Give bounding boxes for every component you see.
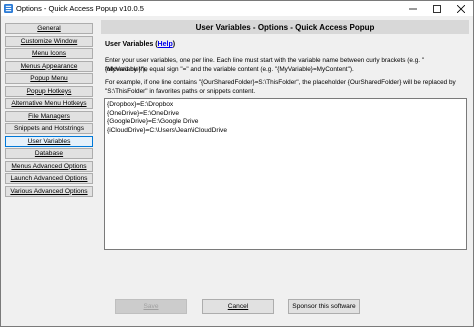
sidebar-item-general[interactable]: General <box>5 23 93 34</box>
sidebar-item-label: Alternative Menu Hotkeys <box>11 100 87 107</box>
sidebar-item-label: User Variables <box>27 137 71 145</box>
variable-line: {OneDrive}=E:\OneDrive <box>107 109 180 117</box>
sidebar-item-menus-advanced-options[interactable]: Menus Advanced Options <box>5 160 93 172</box>
sidebar-item-label: Launch Advanced Options <box>10 175 88 182</box>
maximize-button[interactable] <box>429 1 445 16</box>
save-label: Save <box>143 303 159 310</box>
description-line: "S:\ThisFolder" in favorites paths or sn… <box>105 87 256 95</box>
sponsor-label: Sponsor this software <box>292 303 356 310</box>
sidebar-item-launch-advanced-options[interactable]: Launch Advanced Options <box>5 173 93 184</box>
sidebar-item-customize-window[interactable]: Customize Window <box>5 35 93 47</box>
variable-line: {GoogleDrive}=E:\Google Drive <box>107 118 199 125</box>
sponsor-button[interactable]: Sponsor this software <box>288 299 360 314</box>
sidebar-item-label: Customize Window <box>20 37 78 45</box>
sidebar-item-label: Menus Advanced Options <box>11 162 87 170</box>
sidebar-item-label: Popup Hotkeys <box>26 87 72 95</box>
minimize-icon <box>409 8 417 9</box>
page-header: User Variables - Options - Quick Access … <box>101 20 469 34</box>
window-title: Options - Quick Access Popup v10.0.5 <box>16 4 144 13</box>
sidebar-item-database[interactable]: Database <box>5 148 93 159</box>
options-sidebar: General Customize Window Menu Icons Menu… <box>5 23 93 198</box>
sidebar-item-menus-appearance[interactable]: Menus Appearance <box>5 60 93 72</box>
sidebar-item-label: Database <box>34 150 64 157</box>
sidebar-item-label: Various Advanced Options <box>10 187 88 195</box>
sidebar-item-label: Popup Menu <box>30 75 68 82</box>
sidebar-item-label: Menu Icons <box>31 50 67 57</box>
sidebar-item-label: Snippets and Hotstrings <box>13 125 84 132</box>
save-button[interactable]: Save <box>115 299 187 314</box>
description-line: For example, if one line contains "{OurS… <box>105 79 456 86</box>
close-icon <box>457 4 465 13</box>
section-title: User Variables (Help) <box>105 41 176 48</box>
sidebar-item-various-advanced-options[interactable]: Various Advanced Options <box>5 185 93 197</box>
options-window: Options - Quick Access Popup v10.0.5 Gen… <box>0 0 474 327</box>
sidebar-item-label: Menus Appearance <box>20 62 78 70</box>
cancel-label: Cancel <box>227 303 249 310</box>
sidebar-item-alternative-menu-hotkeys[interactable]: Alternative Menu Hotkeys <box>5 98 93 109</box>
sidebar-item-popup-menu[interactable]: Popup Menu <box>5 73 93 84</box>
cancel-button[interactable]: Cancel <box>202 299 274 314</box>
sidebar-item-snippets-hotstrings[interactable]: Snippets and Hotstrings <box>5 123 93 134</box>
sidebar-item-label: File Managers <box>28 112 70 120</box>
user-variables-textarea[interactable]: {Dropbox}=E:\Dropbox {OneDrive}=E:\OneDr… <box>104 98 467 250</box>
app-icon <box>4 4 13 13</box>
sidebar-item-label: General <box>37 25 61 32</box>
close-button[interactable] <box>453 1 469 16</box>
minimize-button[interactable] <box>405 1 421 16</box>
description-line: followed by the equal sign "=" and the v… <box>105 65 354 73</box>
section-label: User Variables <box>105 41 154 48</box>
sidebar-item-menu-icons[interactable]: Menu Icons <box>5 48 93 59</box>
variable-line: {iCloudDrive}=C:\Users\Jean\iCloudDrive <box>107 126 228 134</box>
sidebar-item-user-variables[interactable]: User Variables <box>5 135 93 147</box>
sidebar-item-popup-hotkeys[interactable]: Popup Hotkeys <box>5 85 93 97</box>
maximize-icon <box>433 4 441 13</box>
sidebar-item-file-managers[interactable]: File Managers <box>5 110 93 122</box>
title-bar[interactable]: Options - Quick Access Popup v10.0.5 <box>1 1 473 16</box>
help-link[interactable]: Help <box>158 41 173 48</box>
variable-line: {Dropbox}=E:\Dropbox <box>107 101 174 108</box>
